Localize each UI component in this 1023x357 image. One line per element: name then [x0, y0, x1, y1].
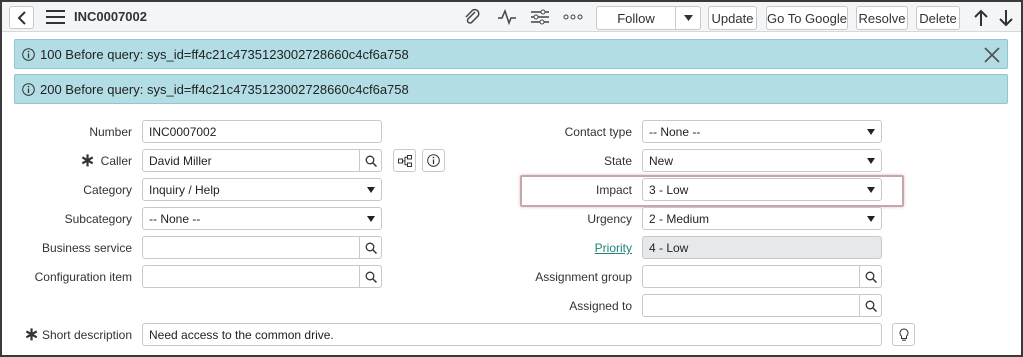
assigned-to-label: Assigned to: [569, 299, 632, 313]
urgency-label: Urgency: [587, 212, 632, 226]
caller-label: Caller: [100, 154, 132, 168]
number-field[interactable]: INC0007002: [142, 120, 382, 143]
assigned-to-lookup-button[interactable]: [859, 294, 882, 317]
update-button[interactable]: Update: [708, 6, 757, 30]
go-to-google-button[interactable]: Go To Google: [766, 6, 848, 30]
back-button[interactable]: [9, 6, 34, 29]
menu-icon[interactable]: [46, 10, 65, 24]
configuration-item-lookup-button[interactable]: [359, 265, 382, 288]
arrow-up-icon: [974, 9, 988, 26]
priority-link[interactable]: Priority: [472, 241, 632, 255]
search-icon: [365, 242, 377, 254]
search-icon: [365, 155, 377, 167]
category-select[interactable]: Inquiry / Help: [142, 178, 382, 201]
more-icon[interactable]: [562, 7, 584, 27]
settings-icon[interactable]: [529, 7, 551, 27]
caret-down-icon: [867, 129, 875, 135]
info-message: 200 Before query: sys_id=ff4c21c47351230…: [14, 74, 1008, 104]
caller-field[interactable]: David Miller: [142, 149, 382, 172]
business-service-field[interactable]: [142, 236, 382, 259]
search-icon: [365, 271, 377, 283]
contact-type-label: Contact type: [564, 125, 632, 139]
info-icon: [22, 47, 35, 61]
assignment-group-field[interactable]: [642, 265, 882, 288]
follow-button[interactable]: Follow: [597, 7, 675, 29]
mandatory-indicator: ∗: [24, 324, 40, 344]
caret-down-icon: [367, 216, 375, 222]
caret-down-icon: [867, 216, 875, 222]
suggestion-button[interactable]: [892, 323, 915, 346]
close-icon[interactable]: [983, 46, 1001, 64]
hierarchy-icon: [397, 154, 412, 167]
follow-button-group[interactable]: Follow: [596, 6, 701, 30]
impact-label: Impact: [595, 183, 632, 197]
search-icon: [865, 271, 877, 283]
subcategory-select[interactable]: -- None --: [142, 207, 382, 230]
previous-record-button[interactable]: [971, 7, 991, 29]
activity-icon[interactable]: [496, 7, 518, 27]
urgency-select[interactable]: 2 - Medium: [642, 207, 882, 230]
business-service-lookup-button[interactable]: [359, 236, 382, 259]
assignment-group-lookup-button[interactable]: [859, 265, 882, 288]
message-text: 200 Before query: sys_id=ff4c21c47351230…: [40, 81, 409, 97]
delete-button[interactable]: Delete: [916, 6, 960, 30]
priority-field: 4 - Low: [642, 236, 882, 259]
back-icon: [17, 10, 26, 25]
caller-lookup-button[interactable]: [359, 149, 382, 172]
attachment-icon[interactable]: [461, 7, 483, 27]
state-label: State: [603, 154, 632, 168]
next-record-button[interactable]: [996, 7, 1016, 29]
caller-info-button[interactable]: [422, 149, 445, 172]
impact-select[interactable]: 3 - Low: [642, 178, 882, 201]
short-description-label: Short description: [41, 328, 132, 342]
info-icon: [22, 82, 35, 96]
follow-dropdown-button[interactable]: [675, 7, 700, 29]
search-icon: [865, 300, 877, 312]
subcategory-label: Subcategory: [64, 212, 132, 226]
form-header: INC0007002 Follow Update Go To Google Re…: [2, 2, 1021, 32]
assigned-to-field[interactable]: [642, 294, 882, 317]
configuration-item-field[interactable]: [142, 265, 382, 288]
category-label: Category: [83, 183, 132, 197]
info-icon: [427, 154, 440, 167]
info-message: 100 Before query: sys_id=ff4c21c47351230…: [14, 39, 1008, 69]
message-text: 100 Before query: sys_id=ff4c21c47351230…: [40, 46, 409, 62]
number-label: Number: [89, 125, 132, 139]
state-select[interactable]: New: [642, 149, 882, 172]
short-description-field[interactable]: Need access to the common drive.: [142, 323, 882, 346]
arrow-down-icon: [999, 10, 1013, 27]
resolve-button[interactable]: Resolve: [856, 6, 908, 30]
business-service-label: Business service: [41, 241, 132, 255]
contact-type-select[interactable]: -- None --: [642, 120, 882, 143]
caller-hierarchy-button[interactable]: [393, 149, 416, 172]
caret-down-icon: [367, 187, 375, 193]
caret-down-icon: [683, 15, 693, 21]
caret-down-icon: [867, 187, 875, 193]
lightbulb-icon: [899, 327, 908, 341]
assignment-group-label: Assignment group: [535, 270, 632, 284]
record-title: INC0007002: [74, 9, 147, 24]
configuration-item-label: Configuration item: [34, 270, 132, 284]
caret-down-icon: [867, 158, 875, 164]
